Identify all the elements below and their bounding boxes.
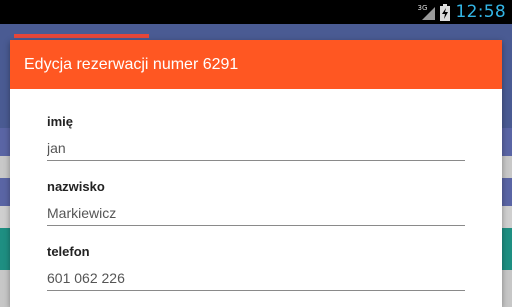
signal-icon: 3G xyxy=(418,3,436,21)
status-bar: 3G 12:58 xyxy=(0,0,512,24)
edit-reservation-dialog: Edycja rezerwacji numer 6291 imię nazwis… xyxy=(10,40,502,307)
status-icons: 3G 12:58 xyxy=(418,0,507,24)
dialog-header: Edycja rezerwacji numer 6291 xyxy=(10,40,502,89)
battery-charging-icon xyxy=(439,3,450,21)
phone-label: telefon xyxy=(47,244,90,259)
last-name-field-group: nazwisko xyxy=(47,154,465,226)
status-clock: 12:58 xyxy=(455,2,506,22)
dialog-title: Edycja rezerwacji numer 6291 xyxy=(24,55,239,73)
phone-field-group: telefon xyxy=(47,219,465,291)
background-tab-indicator xyxy=(14,34,149,38)
phone-input[interactable] xyxy=(47,265,465,291)
first-name-label: imię xyxy=(47,114,74,129)
last-name-label: nazwisko xyxy=(47,179,105,194)
dialog-form: imię nazwisko telefon xyxy=(10,89,502,291)
first-name-field-group: imię xyxy=(47,89,465,161)
